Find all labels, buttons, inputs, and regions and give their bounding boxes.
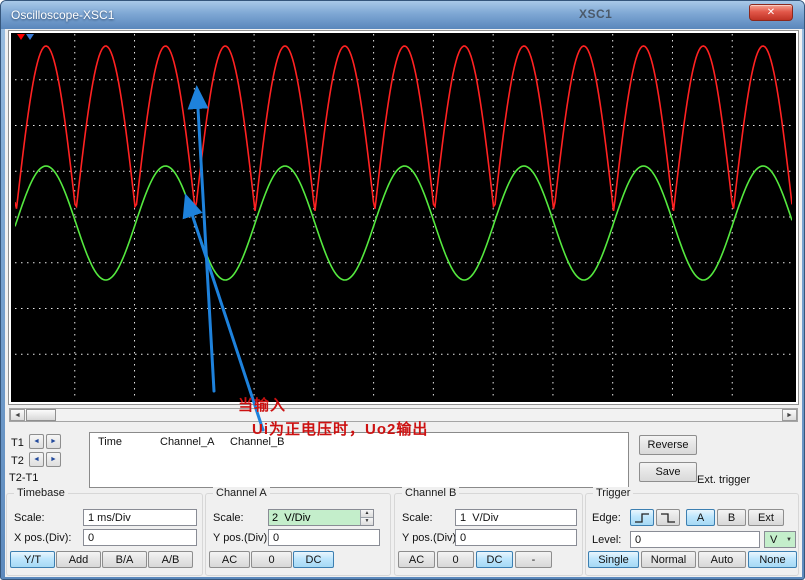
- channel-a-ac-button[interactable]: AC: [209, 551, 250, 568]
- readout-header-channel-a: Channel_A: [160, 436, 214, 448]
- trigger-edge-label: Edge:: [592, 512, 621, 524]
- channel-a-ypos-field[interactable]: [268, 529, 380, 546]
- timebase-scale-label: Scale:: [14, 512, 45, 524]
- reverse-button[interactable]: Reverse: [639, 435, 697, 455]
- channel-a-ground-button[interactable]: 0: [251, 551, 292, 568]
- timebase-xpos-field[interactable]: [83, 529, 197, 546]
- left-arrow-icon: ◄: [33, 456, 40, 463]
- falling-edge-icon: [660, 512, 676, 524]
- timebase-group: Timebase Scale: X pos.(Div): Y/T Add B/A…: [6, 493, 203, 576]
- channel-a-scale-spinner[interactable]: ▲ ▼: [360, 510, 373, 525]
- channel-a-scale-input[interactable]: [269, 510, 360, 525]
- channel-a-group: Channel A Scale: ▲ ▼ Y pos.(Div): AC 0 D…: [205, 493, 391, 576]
- timebase-scale-field[interactable]: [83, 509, 197, 526]
- channel-b-group: Channel B Scale: Y pos.(Div): AC 0 DC -: [394, 493, 583, 576]
- spin-down-icon[interactable]: ▼: [361, 518, 373, 526]
- channel-a-scale-field: ▲ ▼: [268, 509, 374, 526]
- timebase-xpos-label: X pos.(Div):: [14, 532, 71, 544]
- timebase-ba-button[interactable]: B/A: [102, 551, 147, 568]
- trigger-level-unit: V: [770, 534, 777, 546]
- cursor1-marker[interactable]: [17, 34, 25, 40]
- trigger-source-a-button[interactable]: A: [686, 509, 715, 526]
- channel-b-ypos-field[interactable]: [455, 529, 577, 546]
- trigger-single-button[interactable]: Single: [588, 551, 639, 568]
- timebase-ab-button[interactable]: A/B: [148, 551, 193, 568]
- channel-b-invert-button[interactable]: -: [515, 551, 552, 568]
- trigger-level-label: Level:: [592, 534, 621, 546]
- t2-t1-label: T2-T1: [9, 472, 38, 484]
- close-icon: ✕: [767, 7, 775, 18]
- trigger-normal-button[interactable]: Normal: [641, 551, 696, 568]
- rising-edge-icon: [634, 512, 650, 524]
- channel-a-ypos-label: Y pos.(Div):: [213, 532, 270, 544]
- trigger-level-field[interactable]: [630, 531, 760, 548]
- window-title: Oscilloscope-XSC1: [11, 8, 114, 22]
- channel-b-ground-button[interactable]: 0: [437, 551, 474, 568]
- schematic-ghost-label: XSC1: [579, 7, 612, 21]
- scrollbar-right-arrow-icon[interactable]: ►: [782, 409, 797, 421]
- channel-b-scale-field[interactable]: [455, 509, 577, 526]
- t1-label: T1: [11, 437, 24, 449]
- waveform-plot: [15, 34, 792, 400]
- timebase-yt-button[interactable]: Y/T: [10, 551, 55, 568]
- channel-b-scale-label: Scale:: [402, 512, 433, 524]
- dialog-body: ◄ ► T1 ◄ ► T2 ◄ ► T2-T1 Time Channel_A C…: [5, 29, 802, 577]
- channel-a-scale-label: Scale:: [213, 512, 244, 524]
- scrollbar-thumb[interactable]: [26, 409, 56, 421]
- spin-up-icon[interactable]: ▲: [361, 510, 373, 518]
- close-button[interactable]: ✕: [749, 4, 793, 21]
- readout-header-time: Time: [98, 436, 122, 448]
- trigger-none-button[interactable]: None: [748, 551, 797, 568]
- t2-left-button[interactable]: ◄: [29, 452, 44, 467]
- title-bar[interactable]: Oscilloscope-XSC1 XSC1 ✕: [1, 1, 804, 29]
- channel-a-dc-button[interactable]: DC: [293, 551, 334, 568]
- cursor2-marker[interactable]: [26, 34, 34, 40]
- channel-a-title: Channel A: [213, 487, 270, 500]
- readout-header-channel-b: Channel_B: [230, 436, 284, 448]
- trigger-level-unit-dropdown[interactable]: V ▼: [764, 531, 796, 548]
- falling-edge-button[interactable]: [656, 509, 680, 526]
- save-button[interactable]: Save: [639, 462, 697, 482]
- scope-scrollbar[interactable]: ◄ ►: [9, 408, 798, 422]
- trigger-title: Trigger: [593, 487, 633, 500]
- right-arrow-icon: ►: [50, 456, 57, 463]
- scope-display: [9, 31, 798, 404]
- oscilloscope-window: Oscilloscope-XSC1 XSC1 ✕ ◄ ► T1 ◄ ► T2 ◄…: [0, 0, 805, 580]
- ext-trigger-label: Ext. trigger: [697, 474, 750, 486]
- t2-right-button[interactable]: ►: [46, 452, 61, 467]
- trigger-auto-button[interactable]: Auto: [698, 551, 746, 568]
- timebase-add-button[interactable]: Add: [56, 551, 101, 568]
- trigger-source-ext-button[interactable]: Ext: [748, 509, 784, 526]
- trigger-source-b-button[interactable]: B: [717, 509, 746, 526]
- channel-b-title: Channel B: [402, 487, 459, 500]
- rising-edge-button[interactable]: [630, 509, 654, 526]
- channel-b-ac-button[interactable]: AC: [398, 551, 435, 568]
- t1-right-button[interactable]: ►: [46, 434, 61, 449]
- dropdown-arrow-icon: ▼: [786, 537, 792, 543]
- left-arrow-icon: ◄: [33, 438, 40, 445]
- t2-label: T2: [11, 455, 24, 467]
- cursor-readout-box: Time Channel_A Channel_B: [89, 432, 629, 488]
- right-arrow-icon: ►: [50, 438, 57, 445]
- trigger-group: Trigger Edge: A B Ext Level: V ▼ Single: [585, 493, 799, 576]
- scrollbar-left-arrow-icon[interactable]: ◄: [10, 409, 25, 421]
- timebase-title: Timebase: [14, 487, 68, 500]
- channel-b-ypos-label: Y pos.(Div):: [402, 532, 459, 544]
- channel-b-dc-button[interactable]: DC: [476, 551, 513, 568]
- t1-left-button[interactable]: ◄: [29, 434, 44, 449]
